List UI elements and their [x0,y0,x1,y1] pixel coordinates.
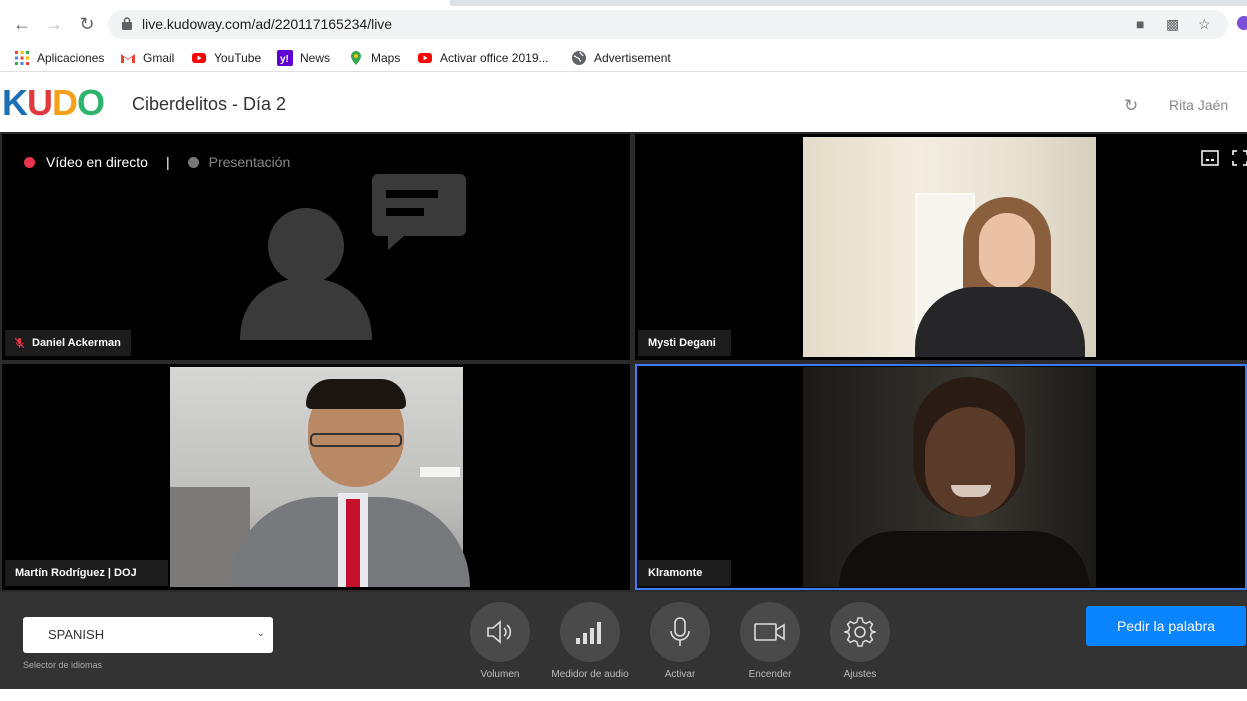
request-floor-button[interactable]: Pedir la palabra [1086,606,1246,646]
speaker-icon [487,620,512,644]
maps-pin-icon [348,50,364,66]
bookmark-advertisement[interactable]: Advertisement [571,49,671,67]
kudo-logo: KUDO [2,82,105,123]
audio-meter-label: Medidor de audio [551,669,629,680]
youtube-icon [191,50,207,66]
hair [306,379,406,409]
muted-mic-icon [15,338,24,348]
participant-tile-klramonte[interactable]: Klramonte [635,364,1247,590]
participant-video [803,137,1096,357]
settings-label: Ajustes [843,669,877,680]
bookmark-gmail[interactable]: Gmail [120,49,174,67]
live-indicator-dot [24,156,35,168]
youtube-icon [417,50,433,66]
ceiling-light [420,467,460,477]
translate-icon[interactable]: ▩ [1166,16,1179,33]
participant-video [803,367,1096,587]
apps-grid-icon [14,50,30,66]
logo-letter: U [27,82,53,123]
volume-label: Volumen [480,669,520,680]
bookmark-activar-office[interactable]: Activar office 2019... [417,49,549,67]
jacket [915,287,1085,357]
participant-nametag: Martín Rodríguez | DOJ [5,560,168,586]
fullscreen-icon[interactable] [1232,150,1247,166]
settings-button[interactable] [830,602,890,662]
presentation-indicator-dot [187,156,199,168]
audio-meter-button[interactable] [560,602,620,662]
glasses [310,433,402,447]
chevron-down-icon: ⌄ [256,628,265,639]
mode-live-label[interactable]: Vídeo en directo [46,154,148,170]
logo-letter: K [2,82,28,123]
participant-nametag: Daniel Ackerman [5,330,131,356]
lock-icon [122,17,132,30]
refresh-icon[interactable]: ↻ [1124,96,1138,116]
browser-toolbar: ← → ↻ live.kudoway.com/ad/220117165234/l… [0,0,1247,42]
participant-video [170,367,470,587]
bookmark-youtube[interactable]: YouTube [191,49,261,67]
forward-arrow-icon[interactable]: → [44,14,64,34]
camera-on-button[interactable] [740,602,800,662]
yahoo-icon: y! [277,50,293,66]
participant-tile-mysti[interactable]: Mysti Degani [635,134,1247,360]
participant-tile-martin[interactable]: Martín Rodríguez | DOJ [2,364,630,590]
camera-on-label: Encender [748,669,792,680]
active-tab[interactable] [0,0,450,6]
mic-activate-button[interactable] [650,602,710,662]
view-mode-toggle: Vídeo en directo | Presentación [24,154,290,170]
bookmark-news[interactable]: y! News [277,49,330,67]
participant-nametag: Klramonte [638,560,731,586]
camera-permission-icon[interactable]: ■ [1136,16,1144,32]
face [979,213,1035,289]
globe-icon [571,50,587,66]
bookmark-aplicaciones[interactable]: Aplicaciones [14,49,104,67]
extension-icon[interactable] [1237,16,1247,30]
audio-meter-icon [576,622,601,644]
mic-activate-label: Activar [664,669,696,680]
gear-icon [844,617,876,647]
participant-tile-daniel[interactable]: Vídeo en directo | Presentación Daniel A… [2,134,630,360]
logo-letter: O [77,82,105,123]
user-name[interactable]: Rita Jaén [1169,97,1228,113]
video-stage: Vídeo en directo | Presentación Daniel A… [0,132,1247,592]
logo-letter: D [52,82,78,123]
volume-button[interactable] [470,602,530,662]
bookmark-maps[interactable]: Maps [348,49,400,67]
address-bar[interactable]: live.kudoway.com/ad/220117165234/live ■ … [108,10,1228,39]
svg-text:y!: y! [280,54,289,65]
tab-strip [0,0,1247,6]
language-selector-label: Selector de idiomas [23,660,103,670]
meeting-title: Ciberdelitos - Día 2 [132,94,287,114]
gmail-icon [120,50,136,66]
bookmarks-bar: Aplicaciones Gmail YouTube y! News Maps … [0,44,1247,72]
back-arrow-icon[interactable]: ← [12,14,32,34]
language-selector[interactable]: SPANISH ⌄ [23,617,273,653]
camera-icon [754,623,785,641]
tie [346,499,360,587]
language-value: SPANISH [48,627,105,642]
star-icon[interactable]: ☆ [1198,16,1211,33]
microphone-icon [670,617,690,646]
smile [951,485,991,497]
mode-presentation-label[interactable]: Presentación [209,154,291,170]
clothing [839,531,1089,587]
picture-in-picture-icon[interactable] [1201,150,1219,166]
avatar-placeholder-icon [240,174,466,340]
reload-icon[interactable]: ↻ [77,14,97,34]
participant-nametag: Mysti Degani [638,330,731,356]
face [925,407,1015,517]
url-text: live.kudoway.com/ad/220117165234/live [142,16,393,32]
mode-separator: | [165,154,170,170]
